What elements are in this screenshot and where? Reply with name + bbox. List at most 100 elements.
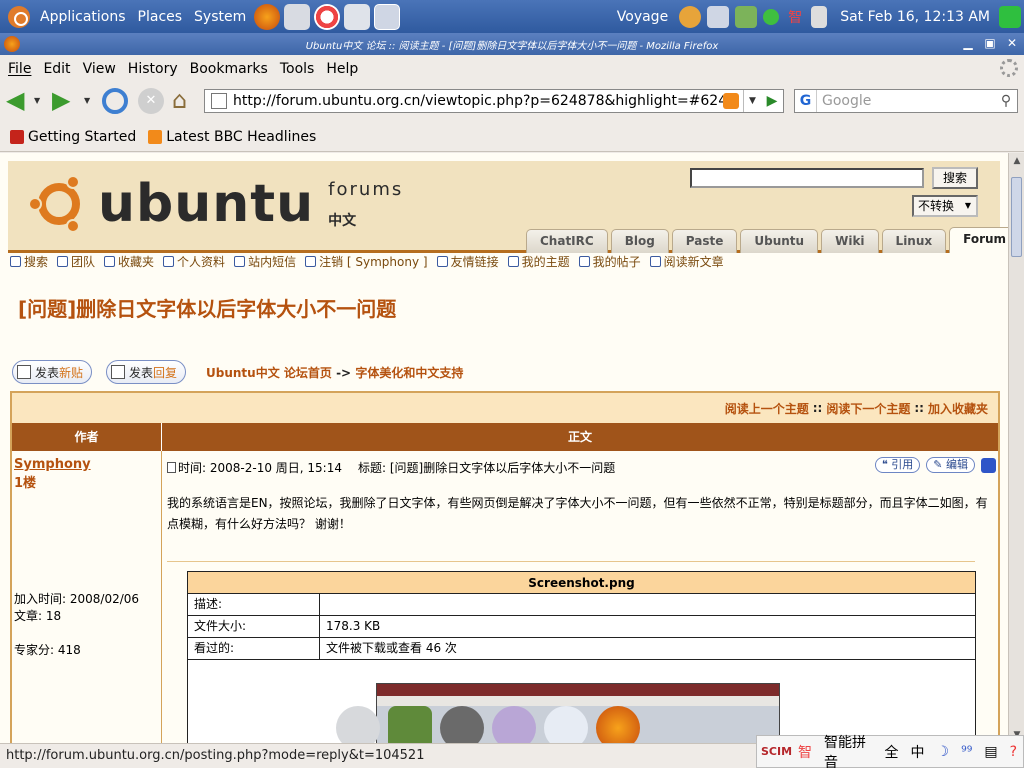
clock-launcher-icon[interactable] <box>284 3 311 30</box>
scroll-up-icon[interactable]: ▲ <box>1009 153 1024 169</box>
tab-chatirc[interactable]: ChatIRC <box>526 229 608 253</box>
menu-file[interactable]: File <box>4 61 39 77</box>
author-name-link[interactable]: Symphony <box>14 457 159 472</box>
link-profile[interactable]: 个人资料 <box>163 252 225 270</box>
site-tabs: ChatIRC Blog Paste Ubuntu Wiki Linux For… <box>526 227 1008 253</box>
link-team[interactable]: 团队 <box>57 252 95 270</box>
google-engine-icon[interactable]: G <box>795 90 817 112</box>
stop-icon[interactable]: ✕ <box>138 88 164 114</box>
maximize-icon[interactable]: ▣ <box>982 35 998 51</box>
prev-topic-link[interactable]: 阅读上一个主题 <box>725 400 809 417</box>
url-bar[interactable]: http://forum.ubuntu.org.cn/viewtopic.php… <box>204 89 784 113</box>
volume-icon[interactable] <box>707 5 730 28</box>
ime-chinese-mode[interactable]: 中 <box>911 742 925 762</box>
breadcrumb-separator: -> <box>336 366 352 380</box>
forum-search-button[interactable]: 搜索 <box>932 167 978 189</box>
link-favorites[interactable]: 收藏夹 <box>104 252 154 270</box>
menu-help[interactable]: Help <box>322 61 366 77</box>
link-logout[interactable]: 注销 [ Symphony ] <box>305 252 428 270</box>
link-messages[interactable]: 站内短信 <box>234 252 296 270</box>
places-menu[interactable]: Places <box>132 0 189 33</box>
link-label: 站内短信 <box>248 254 297 269</box>
tab-wiki[interactable]: Wiki <box>821 229 879 253</box>
ime-quote-icon[interactable]: ⁹⁹ <box>961 744 972 760</box>
link-my-posts[interactable]: 我的帖子 <box>578 252 641 270</box>
breadcrumb-home[interactable]: Ubuntu中文 论坛首页 <box>206 366 332 380</box>
ip-icon[interactable] <box>981 457 996 473</box>
window-titlebar[interactable]: Ubuntu中文 论坛 :: 阅读主题 - [问题]删除日文字体以后字体大小不一… <box>0 33 1024 55</box>
network-icon[interactable] <box>811 5 828 28</box>
vertical-scrollbar[interactable]: ▲ ▼ <box>1008 153 1024 743</box>
next-topic-link[interactable]: 阅读下一个主题 <box>826 400 910 417</box>
ime-keyboard-icon[interactable]: ▤ <box>984 744 997 760</box>
system-menu[interactable]: System <box>188 0 252 33</box>
link-my-topics[interactable]: 我的主题 <box>507 252 570 270</box>
scroll-thumb[interactable] <box>1011 177 1022 257</box>
menu-tools[interactable]: Tools <box>276 61 323 77</box>
logout-icon[interactable] <box>999 5 1021 28</box>
ime-engine-icon[interactable]: 智 <box>798 742 812 762</box>
scim-icon[interactable]: SCIM <box>761 745 792 758</box>
ime-punct-icon[interactable]: ☽ <box>937 744 950 760</box>
ime-name[interactable]: 智能拼音 <box>824 732 872 768</box>
clock[interactable]: Sat Feb 16, 12:13 AM <box>840 9 990 25</box>
remote-desktop-launcher-icon[interactable] <box>344 3 371 30</box>
link-new-posts[interactable]: 阅读新文章 <box>649 252 724 270</box>
applications-menu[interactable]: Applications <box>34 0 132 33</box>
search-input[interactable]: Google <box>817 93 995 109</box>
menu-history[interactable]: History <box>124 61 186 77</box>
new-topic-label-a: 发表 <box>35 365 60 380</box>
rss-feed-icon[interactable] <box>723 93 739 109</box>
firefox-launcher-icon[interactable] <box>254 3 281 30</box>
search-icon[interactable]: ⚲ <box>995 90 1017 112</box>
weather-icon[interactable] <box>679 5 702 28</box>
back-dropdown-icon[interactable]: ▼ <box>34 88 48 114</box>
page-title[interactable]: [问题]删除日文字体以后字体大小不一问题 <box>18 293 396 322</box>
update-icon[interactable] <box>735 5 758 28</box>
tab-linux[interactable]: Linux <box>881 229 947 253</box>
back-icon[interactable]: ◀ <box>6 88 32 114</box>
new-topic-button[interactable]: 发表 新贴 <box>12 360 93 384</box>
breadcrumb-section[interactable]: 字体美化和中文支持 <box>355 366 463 380</box>
ime-tray-icon[interactable]: 智 <box>788 7 802 27</box>
tab-paste[interactable]: Paste <box>671 229 738 253</box>
menu-view[interactable]: View <box>79 61 124 77</box>
url-text[interactable]: http://forum.ubuntu.org.cn/viewtopic.php… <box>233 93 723 109</box>
add-favorite-link[interactable]: 加入收藏夹 <box>928 400 988 417</box>
bookmark-getting-started[interactable]: Getting Started <box>10 129 136 145</box>
forward-icon[interactable]: ▶ <box>52 88 78 114</box>
link-friends[interactable]: 友情链接 <box>436 252 499 270</box>
link-label: 友情链接 <box>450 254 499 269</box>
ime-fullwidth[interactable]: 全 <box>885 742 899 762</box>
status-online-icon[interactable] <box>763 8 780 25</box>
bookmark-bbc-headlines[interactable]: Latest BBC Headlines <box>148 129 316 145</box>
reply-button[interactable]: 发表 回复 <box>106 360 187 384</box>
favorites-icon <box>104 255 116 267</box>
close-icon[interactable]: ✕ <box>1004 35 1020 51</box>
help-launcher-icon[interactable] <box>314 3 341 30</box>
tab-ubuntu[interactable]: Ubuntu <box>740 229 819 253</box>
forward-dropdown-icon[interactable]: ▼ <box>84 88 98 114</box>
new-topic-label-b: 新贴 <box>59 365 84 380</box>
convert-select[interactable]: 不转换 ▼ <box>912 195 978 217</box>
quote-button[interactable]: ❝ 引用 <box>874 457 921 473</box>
tab-blog[interactable]: Blog <box>610 229 669 253</box>
home-icon[interactable]: ⌂ <box>172 88 198 114</box>
ime-help-icon[interactable]: ? <box>1010 744 1017 760</box>
ubuntu-forums-logo[interactable]: ubuntu forums 中文 <box>28 173 403 235</box>
go-icon[interactable]: ▶ <box>761 90 783 112</box>
firefox-icon[interactable] <box>4 36 20 52</box>
forum-search-input[interactable] <box>690 168 924 188</box>
reload-icon[interactable] <box>102 88 128 114</box>
url-history-dropdown-icon[interactable]: ▼ <box>743 90 761 112</box>
minimize-icon[interactable]: ▁ <box>960 35 976 51</box>
screenshot-launcher-icon[interactable] <box>374 3 401 30</box>
search-bar[interactable]: G Google ⚲ <box>794 89 1018 113</box>
menu-edit[interactable]: Edit <box>39 61 78 77</box>
link-label: 收藏夹 <box>118 254 155 269</box>
edit-button[interactable]: ✎ 编辑 <box>926 457 975 473</box>
tab-forum[interactable]: Forum <box>949 227 1008 253</box>
menu-bookmarks[interactable]: Bookmarks <box>186 61 276 77</box>
link-search[interactable]: 搜索 <box>10 252 48 270</box>
top-panel: Applications Places System Voyage 智 Sat … <box>0 0 1024 33</box>
